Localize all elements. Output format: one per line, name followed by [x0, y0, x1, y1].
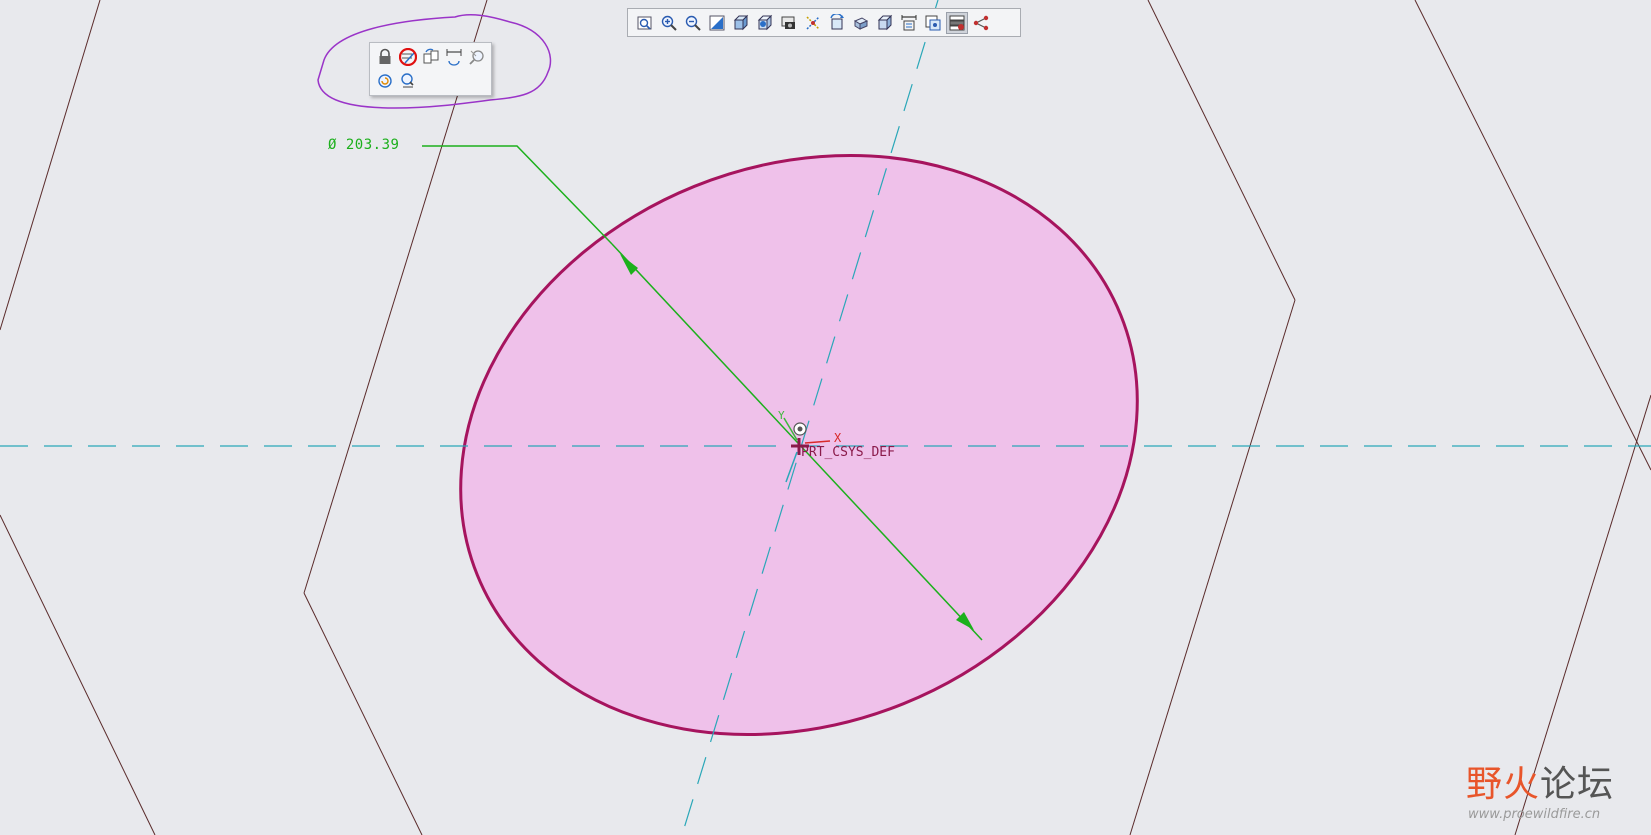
replace-reference-icon: [423, 48, 439, 64]
edge-line: [303, 592, 423, 835]
display-style-button[interactable]: [730, 12, 752, 34]
dimension-button[interactable]: [443, 46, 465, 68]
refit-icon: [637, 16, 652, 30]
zoom-selection-icon: [469, 50, 484, 65]
view-manager-button[interactable]: [778, 12, 800, 34]
csys-x-axis-label: X: [834, 431, 842, 445]
datum-display-filters-button[interactable]: [802, 12, 824, 34]
watermark-title: 野火论坛: [1466, 755, 1614, 807]
display-style-icon: [733, 14, 749, 30]
regenerate-icon: [378, 74, 392, 88]
repaint-icon: [709, 15, 725, 30]
sketch-view-button[interactable]: [850, 12, 872, 34]
search-reference-button[interactable]: [397, 70, 419, 92]
zoom-in-icon: [661, 15, 677, 31]
view-manager-icon: [781, 16, 795, 29]
repaint-button[interactable]: [706, 12, 728, 34]
view-toolbar: [627, 8, 1021, 37]
edge-line: [1129, 299, 1296, 835]
edge-line: [0, 0, 101, 331]
sketch-view-icon: [853, 16, 869, 30]
spin-center-icon: [830, 13, 844, 29]
constraint-display-button[interactable]: [922, 12, 944, 34]
constraint-display-icon: [925, 15, 941, 30]
zoom-out-button[interactable]: [682, 12, 704, 34]
vertex-display-button[interactable]: [970, 12, 992, 34]
refit-button[interactable]: [634, 12, 656, 34]
datum-display-filters-icon: [806, 15, 820, 30]
grid-display-icon: [949, 15, 965, 30]
model-canvas[interactable]: [0, 0, 1651, 835]
dimension-display-icon: [901, 14, 917, 30]
modify-dimension-button[interactable]: [397, 46, 419, 68]
dimension-display-button[interactable]: [898, 12, 920, 34]
replace-reference-button[interactable]: [420, 46, 442, 68]
regenerate-button[interactable]: [374, 70, 396, 92]
diameter-dimension-value[interactable]: Ø 203.39: [328, 137, 399, 153]
edge-line: [1414, 0, 1651, 471]
zoom-out-icon: [685, 15, 701, 31]
vertex-display-icon: [973, 15, 989, 30]
edge-line: [1147, 0, 1296, 301]
lock-icon: [379, 48, 391, 64]
named-views-button[interactable]: [874, 12, 896, 34]
zoom-selection-button[interactable]: [466, 46, 488, 68]
mini-toolbar: [369, 42, 492, 96]
search-reference-icon: [401, 73, 414, 88]
graphics-window[interactable]: Ø 203.39 Y X PRT_CSYS_DEF 野火论坛 www.proew…: [0, 0, 1651, 835]
lock-button[interactable]: [374, 46, 396, 68]
watermark-title-part1: 野火: [1466, 764, 1541, 805]
watermark-url: www.proewildfire.cn: [1468, 807, 1601, 822]
named-views-icon: [877, 14, 893, 30]
grid-display-button[interactable]: [946, 11, 968, 34]
saved-orientations-button[interactable]: [754, 12, 776, 34]
modify-dimension-icon: [399, 48, 417, 66]
csys-name-label[interactable]: PRT_CSYS_DEF: [801, 445, 895, 460]
csys-y-axis-label: Y: [778, 409, 785, 422]
spin-center-button[interactable]: [826, 12, 848, 34]
forum-watermark: 野火论坛 www.proewildfire.cn: [1466, 755, 1631, 825]
watermark-title-part2: 论坛: [1540, 764, 1615, 805]
zoom-in-button[interactable]: [658, 12, 680, 34]
saved-orientations-icon: [757, 14, 773, 30]
dimension-icon: [446, 49, 462, 66]
edge-line: [0, 514, 156, 835]
